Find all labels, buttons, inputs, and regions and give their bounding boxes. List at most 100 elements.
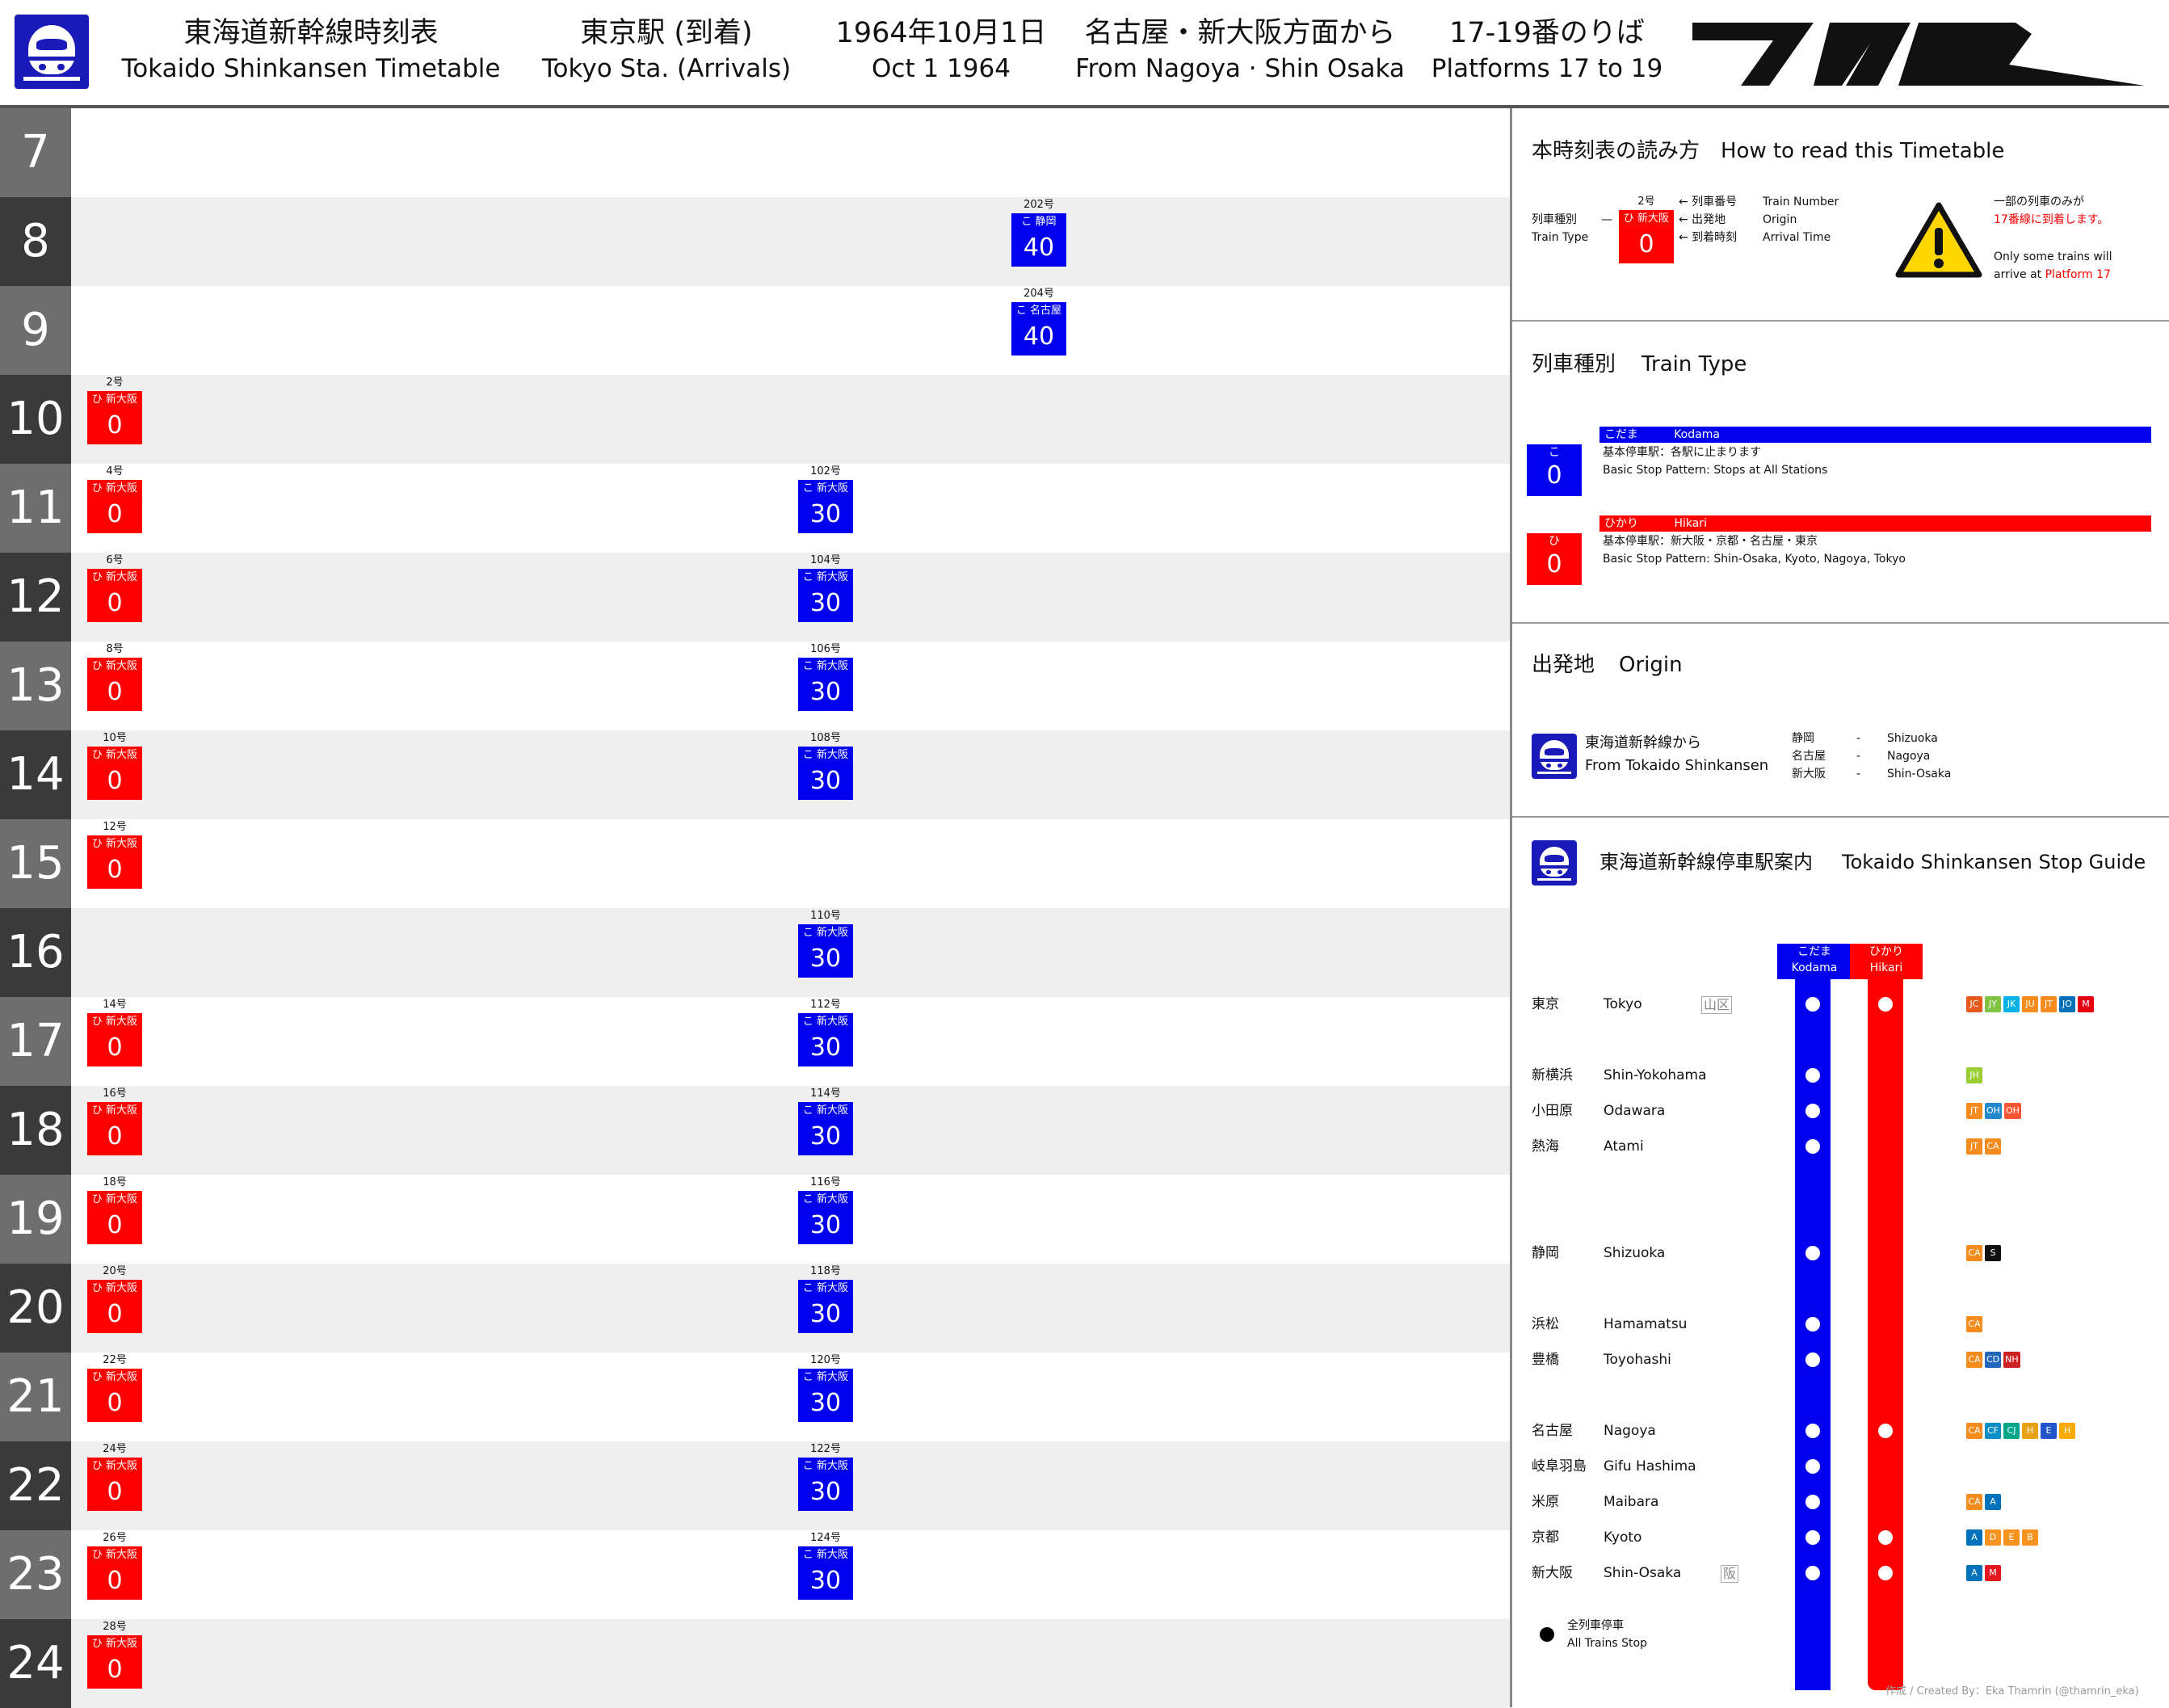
train-origin: ひ 新大阪	[91, 1193, 138, 1205]
hikari-stop-dot	[1878, 1566, 1893, 1580]
hour-row: 19 18号ひ 新大阪 0 116号こ 新大阪 30	[0, 1175, 1510, 1264]
train-box: ひ 新大阪 0	[87, 1635, 142, 1689]
legend-en: All Trains Stop	[1567, 1637, 1647, 1650]
kodama-name-jp: こだま	[1604, 428, 1638, 441]
kodama-bar: こだま Kodama	[1599, 427, 2151, 443]
station-name-jp: 豊橋	[1532, 1352, 1559, 1368]
connection-badges: JT CA	[1966, 1138, 2001, 1155]
shinkansen-logo-icon	[15, 15, 89, 89]
train-box: こ 新大阪 30	[798, 1458, 853, 1511]
note-en-1: Only some trains will	[1994, 250, 2112, 263]
line-badge-icon: CF	[1985, 1423, 2001, 1439]
station-name-en: Hamamatsu	[1604, 1316, 1688, 1332]
hikari-train-entry: 18号ひ 新大阪 0	[87, 1175, 142, 1264]
hour-label: 11	[0, 464, 71, 553]
hikari-desc-jp: 基本停車駅：新大阪・京都・名古屋・東京	[1603, 535, 1818, 548]
kodama-train-entry: 104号こ 新大阪 30	[798, 553, 853, 642]
kodama-train-entry: 122号こ 新大阪 30	[798, 1441, 853, 1530]
hour-row: 8 202号こ 静岡 40	[0, 197, 1510, 286]
station-block: 東京駅 (到着) Tokyo Sta. (Arrivals)	[533, 15, 800, 86]
train-box: こ 新大阪 30	[798, 1546, 853, 1600]
train-minute: 0	[107, 856, 123, 884]
hikari-icon-minute: 0	[1546, 550, 1562, 578]
train-type-title-en: Train Type	[1641, 352, 1747, 377]
origin-dash: -	[1856, 750, 1861, 763]
train-origin: こ 新大阪	[802, 1371, 849, 1383]
station-name-jp: 浜松	[1532, 1316, 1559, 1332]
train-number: 120号	[810, 1354, 841, 1366]
origin-jp: 新大阪	[1792, 768, 1826, 780]
train-number: 8号	[106, 643, 124, 655]
train-minute: 30	[809, 589, 842, 617]
hour-label: 24	[0, 1619, 71, 1708]
hour-row: 11 4号ひ 新大阪 0 102号こ 新大阪 30	[0, 464, 1510, 553]
station-jp: 東京駅 (到着)	[580, 17, 753, 49]
hour-row: 15 12号ひ 新大阪 0	[0, 819, 1510, 908]
hikari-stop-dot	[1878, 1424, 1893, 1438]
hour-label: 23	[0, 1530, 71, 1619]
line-badge-icon: A	[1966, 1529, 1982, 1546]
connection-badges: JH	[1966, 1067, 1982, 1083]
train-number: 6号	[106, 554, 124, 566]
station-name-en: Maibara	[1604, 1494, 1659, 1510]
kodama-stop-dot	[1805, 1068, 1820, 1083]
howto-type-arrow: —	[1601, 213, 1612, 226]
train-box: ひ 新大阪 0	[87, 747, 142, 800]
train-origin: ひ 新大阪	[91, 1638, 138, 1650]
connection-badges: CA	[1966, 1316, 1982, 1332]
kodama-icon-char: こ	[1549, 446, 1560, 459]
train-minute: 30	[809, 1478, 842, 1506]
hikari-train-entry: 14号ひ 新大阪 0	[87, 997, 142, 1086]
train-box: ひ 新大阪 0	[87, 835, 142, 889]
platform-block: 17-19番のりば Platforms 17 to 19	[1430, 15, 1664, 86]
train-origin: こ 新大阪	[802, 482, 849, 494]
hikari-desc-en: Basic Stop Pattern: Shin-Osaka, Kyoto, N…	[1603, 553, 1906, 566]
hour-row: 24 28号ひ 新大阪 0	[0, 1619, 1510, 1708]
train-box: こ 新大阪 30	[798, 1013, 853, 1066]
kodama-desc-en: Basic Stop Pattern: Stops at All Station…	[1603, 464, 1828, 477]
date-jp: 1964年10月1日	[835, 17, 1047, 49]
station-name-en: Toyohashi	[1604, 1352, 1671, 1368]
train-origin: こ 新大阪	[802, 1193, 849, 1205]
train-minute: 0	[107, 1033, 123, 1062]
station-name-jp: 静岡	[1532, 1245, 1559, 1261]
connection-badges: CA CF CJ H E H	[1966, 1423, 2075, 1439]
kodama-stop-dot	[1805, 1317, 1820, 1331]
origin-dash: -	[1856, 732, 1861, 745]
line-badge-icon: CA	[1966, 1245, 1982, 1261]
line-badge-icon: CA	[1985, 1138, 2001, 1155]
train-origin: こ 新大阪	[802, 660, 849, 672]
kodama-stop-dot	[1805, 1495, 1820, 1509]
kodama-icon-minute: 0	[1546, 461, 1562, 490]
note-jp-2: 17番線に到着します。	[1994, 213, 2109, 226]
hour-row: 16 110号こ 新大阪 30	[0, 908, 1510, 997]
train-minute: 30	[809, 1033, 842, 1062]
line-badge-icon: JH	[1966, 1067, 1982, 1083]
kodama-desc-jp: 基本停車駅：各駅に止まります	[1603, 446, 1761, 459]
kodama-train-entry: 124号こ 新大阪 30	[798, 1530, 853, 1619]
line-badge-icon: OH	[2003, 1103, 2021, 1119]
kodama-stop-dot	[1805, 1139, 1820, 1154]
title-block: 東海道新幹線時刻表 Tokaido Shinkansen Timetable	[121, 15, 501, 86]
train-origin: ひ 新大阪	[91, 1460, 138, 1472]
kodama-train-entry: 114号こ 新大阪 30	[798, 1086, 853, 1175]
train-origin: こ 新大阪	[802, 1549, 849, 1561]
hikari-train-entry: 28号ひ 新大阪 0	[87, 1619, 142, 1708]
train-minute: 0	[107, 1300, 123, 1328]
train-minute: 40	[1023, 322, 1055, 351]
line-badge-icon: JK	[2003, 996, 2020, 1012]
train-origin: ひ 新大阪	[91, 838, 138, 850]
hour-label: 17	[0, 997, 71, 1086]
train-minute: 30	[809, 678, 842, 706]
origin-en: Nagoya	[1887, 750, 1931, 763]
kodama-stop-dot	[1805, 1530, 1820, 1545]
timetable: 7 8 202号こ 静岡 40 9 204号こ 名古屋 40 10 2号ひ 新大阪 0 11 4号ひ …	[0, 108, 1510, 1708]
header: 東海道新幹線時刻表 Tokaido Shinkansen Timetable 東…	[0, 0, 2169, 103]
train-number: 202号	[1024, 199, 1054, 211]
train-box: こ 新大阪 30	[798, 1102, 853, 1155]
train-minute: 0	[107, 767, 123, 795]
train-number: 2号	[106, 377, 124, 389]
kodama-train-entry: 112号こ 新大阪 30	[798, 997, 853, 1086]
kodama-train-entry: 118号こ 新大阪 30	[798, 1264, 853, 1353]
train-number: 22号	[103, 1354, 127, 1366]
